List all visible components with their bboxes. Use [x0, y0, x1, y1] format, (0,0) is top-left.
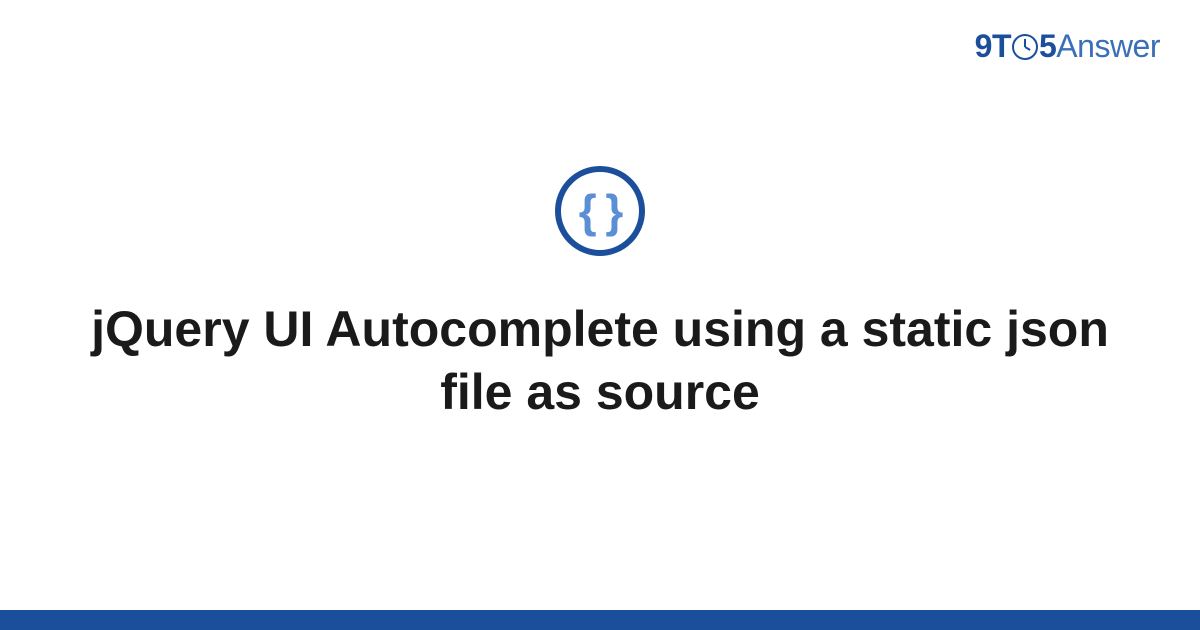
logo-five: 5 — [1039, 28, 1056, 65]
code-braces-icon: { } — [579, 184, 622, 238]
main-content: { } jQuery UI Autocomplete using a stati… — [0, 166, 1200, 423]
site-logo[interactable]: 9 T 5 Answer — [975, 28, 1160, 65]
page-title: jQuery UI Autocomplete using a static js… — [0, 298, 1200, 423]
clock-icon — [1012, 34, 1038, 60]
logo-answer: Answer — [1056, 28, 1160, 65]
footer-accent-bar — [0, 610, 1200, 630]
topic-icon-circle: { } — [555, 166, 645, 256]
logo-t: T — [992, 28, 1011, 65]
logo-nine: 9 — [975, 28, 992, 65]
